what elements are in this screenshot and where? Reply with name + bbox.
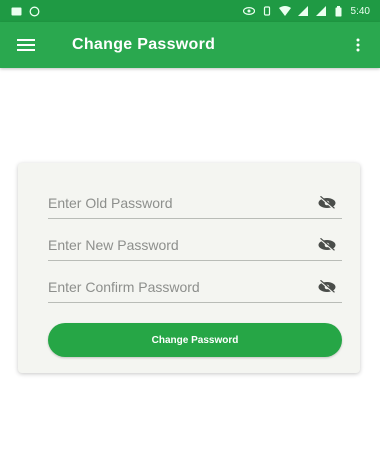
status-bar: 5:40 — [0, 0, 380, 22]
wifi-icon — [278, 6, 291, 16]
vibrate-icon — [261, 6, 273, 16]
status-right: 5:40 — [242, 5, 370, 17]
change-password-card: Change Password — [18, 163, 360, 373]
status-left — [10, 6, 40, 16]
old-password-field — [48, 188, 342, 219]
new-password-input[interactable] — [48, 237, 316, 253]
hamburger-icon[interactable] — [14, 33, 38, 57]
confirm-password-field — [48, 272, 342, 303]
visibility-off-icon[interactable] — [316, 236, 338, 254]
app-bar: Change Password — [0, 22, 380, 68]
battery-icon — [333, 5, 345, 16]
confirm-password-input[interactable] — [48, 279, 316, 295]
old-password-input[interactable] — [48, 195, 316, 211]
more-vert-icon[interactable] — [348, 33, 368, 57]
whatsapp-icon — [28, 6, 40, 16]
message-icon — [10, 6, 22, 16]
eye-icon — [242, 6, 255, 16]
new-password-field — [48, 230, 342, 261]
visibility-off-icon[interactable] — [316, 194, 338, 212]
page-title: Change Password — [72, 36, 216, 53]
visibility-off-icon[interactable] — [316, 278, 338, 296]
status-time: 5:40 — [350, 5, 370, 17]
signal-icon — [315, 6, 327, 16]
change-password-button[interactable]: Change Password — [48, 323, 342, 357]
signal-icon — [297, 6, 309, 16]
